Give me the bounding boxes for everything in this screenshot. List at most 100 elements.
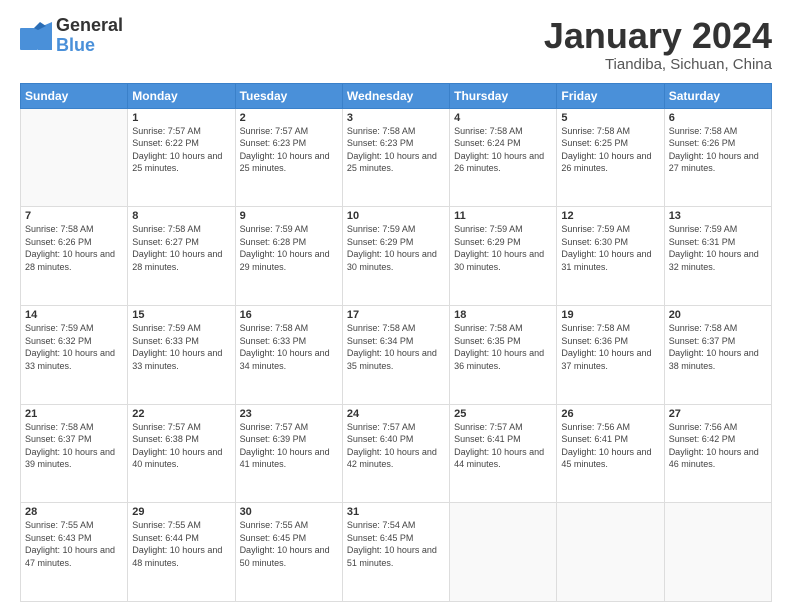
calendar-cell: 3Sunrise: 7:58 AMSunset: 6:23 PMDaylight… xyxy=(342,108,449,207)
day-info: Sunrise: 7:58 AMSunset: 6:27 PMDaylight:… xyxy=(132,223,230,273)
day-number: 11 xyxy=(454,210,552,222)
day-number: 6 xyxy=(669,112,767,124)
calendar-cell: 20Sunrise: 7:58 AMSunset: 6:37 PMDayligh… xyxy=(664,305,771,404)
day-info: Sunrise: 7:59 AMSunset: 6:28 PMDaylight:… xyxy=(240,223,338,273)
calendar-cell: 14Sunrise: 7:59 AMSunset: 6:32 PMDayligh… xyxy=(21,305,128,404)
calendar-cell: 2Sunrise: 7:57 AMSunset: 6:23 PMDaylight… xyxy=(235,108,342,207)
logo-general: General xyxy=(56,15,123,35)
day-info: Sunrise: 7:59 AMSunset: 6:29 PMDaylight:… xyxy=(347,223,445,273)
day-number: 18 xyxy=(454,309,552,321)
day-of-week-header: Thursday xyxy=(450,83,557,108)
day-of-week-header: Saturday xyxy=(664,83,771,108)
day-info: Sunrise: 7:57 AMSunset: 6:41 PMDaylight:… xyxy=(454,421,552,471)
day-number: 3 xyxy=(347,112,445,124)
day-number: 7 xyxy=(25,210,123,222)
day-info: Sunrise: 7:59 AMSunset: 6:32 PMDaylight:… xyxy=(25,322,123,372)
day-info: Sunrise: 7:55 AMSunset: 6:43 PMDaylight:… xyxy=(25,519,123,569)
day-number: 12 xyxy=(561,210,659,222)
day-of-week-header: Wednesday xyxy=(342,83,449,108)
calendar-week-row: 14Sunrise: 7:59 AMSunset: 6:32 PMDayligh… xyxy=(21,305,772,404)
day-info: Sunrise: 7:58 AMSunset: 6:37 PMDaylight:… xyxy=(25,421,123,471)
day-number: 25 xyxy=(454,408,552,420)
day-number: 5 xyxy=(561,112,659,124)
calendar-cell: 10Sunrise: 7:59 AMSunset: 6:29 PMDayligh… xyxy=(342,207,449,306)
header: General Blue January 2024 Tiandiba, Sich… xyxy=(20,16,772,73)
calendar-cell: 25Sunrise: 7:57 AMSunset: 6:41 PMDayligh… xyxy=(450,404,557,503)
day-info: Sunrise: 7:58 AMSunset: 6:26 PMDaylight:… xyxy=(669,125,767,175)
day-info: Sunrise: 7:57 AMSunset: 6:23 PMDaylight:… xyxy=(240,125,338,175)
day-info: Sunrise: 7:56 AMSunset: 6:41 PMDaylight:… xyxy=(561,421,659,471)
day-info: Sunrise: 7:59 AMSunset: 6:30 PMDaylight:… xyxy=(561,223,659,273)
calendar-cell: 12Sunrise: 7:59 AMSunset: 6:30 PMDayligh… xyxy=(557,207,664,306)
day-info: Sunrise: 7:59 AMSunset: 6:29 PMDaylight:… xyxy=(454,223,552,273)
calendar-cell: 6Sunrise: 7:58 AMSunset: 6:26 PMDaylight… xyxy=(664,108,771,207)
day-number: 29 xyxy=(132,506,230,518)
day-number: 14 xyxy=(25,309,123,321)
calendar-cell: 30Sunrise: 7:55 AMSunset: 6:45 PMDayligh… xyxy=(235,503,342,602)
calendar-week-row: 7Sunrise: 7:58 AMSunset: 6:26 PMDaylight… xyxy=(21,207,772,306)
logo-blue: Blue xyxy=(56,35,95,55)
calendar-cell: 16Sunrise: 7:58 AMSunset: 6:33 PMDayligh… xyxy=(235,305,342,404)
logo-icon xyxy=(20,22,52,50)
day-number: 26 xyxy=(561,408,659,420)
calendar-cell: 9Sunrise: 7:59 AMSunset: 6:28 PMDaylight… xyxy=(235,207,342,306)
day-number: 23 xyxy=(240,408,338,420)
calendar-cell xyxy=(557,503,664,602)
page: General Blue January 2024 Tiandiba, Sich… xyxy=(0,0,792,612)
day-info: Sunrise: 7:58 AMSunset: 6:35 PMDaylight:… xyxy=(454,322,552,372)
day-number: 15 xyxy=(132,309,230,321)
day-number: 27 xyxy=(669,408,767,420)
day-info: Sunrise: 7:54 AMSunset: 6:45 PMDaylight:… xyxy=(347,519,445,569)
calendar-week-row: 21Sunrise: 7:58 AMSunset: 6:37 PMDayligh… xyxy=(21,404,772,503)
day-info: Sunrise: 7:55 AMSunset: 6:44 PMDaylight:… xyxy=(132,519,230,569)
calendar-header-row: SundayMondayTuesdayWednesdayThursdayFrid… xyxy=(21,83,772,108)
day-number: 20 xyxy=(669,309,767,321)
day-number: 16 xyxy=(240,309,338,321)
day-info: Sunrise: 7:58 AMSunset: 6:24 PMDaylight:… xyxy=(454,125,552,175)
day-info: Sunrise: 7:58 AMSunset: 6:23 PMDaylight:… xyxy=(347,125,445,175)
day-number: 28 xyxy=(25,506,123,518)
calendar-cell: 31Sunrise: 7:54 AMSunset: 6:45 PMDayligh… xyxy=(342,503,449,602)
day-number: 8 xyxy=(132,210,230,222)
day-number: 17 xyxy=(347,309,445,321)
day-number: 30 xyxy=(240,506,338,518)
calendar-cell: 15Sunrise: 7:59 AMSunset: 6:33 PMDayligh… xyxy=(128,305,235,404)
location: Tiandiba, Sichuan, China xyxy=(544,56,772,73)
day-info: Sunrise: 7:57 AMSunset: 6:38 PMDaylight:… xyxy=(132,421,230,471)
day-of-week-header: Sunday xyxy=(21,83,128,108)
calendar-cell: 4Sunrise: 7:58 AMSunset: 6:24 PMDaylight… xyxy=(450,108,557,207)
calendar-cell: 8Sunrise: 7:58 AMSunset: 6:27 PMDaylight… xyxy=(128,207,235,306)
month-title: January 2024 xyxy=(544,16,772,56)
calendar-cell: 7Sunrise: 7:58 AMSunset: 6:26 PMDaylight… xyxy=(21,207,128,306)
calendar-cell: 19Sunrise: 7:58 AMSunset: 6:36 PMDayligh… xyxy=(557,305,664,404)
calendar-cell xyxy=(664,503,771,602)
day-info: Sunrise: 7:59 AMSunset: 6:31 PMDaylight:… xyxy=(669,223,767,273)
day-number: 4 xyxy=(454,112,552,124)
day-of-week-header: Tuesday xyxy=(235,83,342,108)
title-area: January 2024 Tiandiba, Sichuan, China xyxy=(544,16,772,73)
calendar-cell: 28Sunrise: 7:55 AMSunset: 6:43 PMDayligh… xyxy=(21,503,128,602)
day-info: Sunrise: 7:55 AMSunset: 6:45 PMDaylight:… xyxy=(240,519,338,569)
day-info: Sunrise: 7:58 AMSunset: 6:36 PMDaylight:… xyxy=(561,322,659,372)
day-of-week-header: Monday xyxy=(128,83,235,108)
day-info: Sunrise: 7:56 AMSunset: 6:42 PMDaylight:… xyxy=(669,421,767,471)
day-info: Sunrise: 7:58 AMSunset: 6:34 PMDaylight:… xyxy=(347,322,445,372)
day-info: Sunrise: 7:57 AMSunset: 6:39 PMDaylight:… xyxy=(240,421,338,471)
day-info: Sunrise: 7:58 AMSunset: 6:25 PMDaylight:… xyxy=(561,125,659,175)
day-info: Sunrise: 7:58 AMSunset: 6:37 PMDaylight:… xyxy=(669,322,767,372)
day-number: 31 xyxy=(347,506,445,518)
calendar-cell: 11Sunrise: 7:59 AMSunset: 6:29 PMDayligh… xyxy=(450,207,557,306)
calendar-cell: 21Sunrise: 7:58 AMSunset: 6:37 PMDayligh… xyxy=(21,404,128,503)
calendar-cell: 13Sunrise: 7:59 AMSunset: 6:31 PMDayligh… xyxy=(664,207,771,306)
day-number: 22 xyxy=(132,408,230,420)
logo: General Blue xyxy=(20,16,123,56)
calendar-cell: 17Sunrise: 7:58 AMSunset: 6:34 PMDayligh… xyxy=(342,305,449,404)
calendar-cell: 29Sunrise: 7:55 AMSunset: 6:44 PMDayligh… xyxy=(128,503,235,602)
calendar-cell: 26Sunrise: 7:56 AMSunset: 6:41 PMDayligh… xyxy=(557,404,664,503)
calendar-cell: 24Sunrise: 7:57 AMSunset: 6:40 PMDayligh… xyxy=(342,404,449,503)
calendar-cell: 5Sunrise: 7:58 AMSunset: 6:25 PMDaylight… xyxy=(557,108,664,207)
day-of-week-header: Friday xyxy=(557,83,664,108)
calendar-cell xyxy=(450,503,557,602)
day-number: 10 xyxy=(347,210,445,222)
day-number: 24 xyxy=(347,408,445,420)
